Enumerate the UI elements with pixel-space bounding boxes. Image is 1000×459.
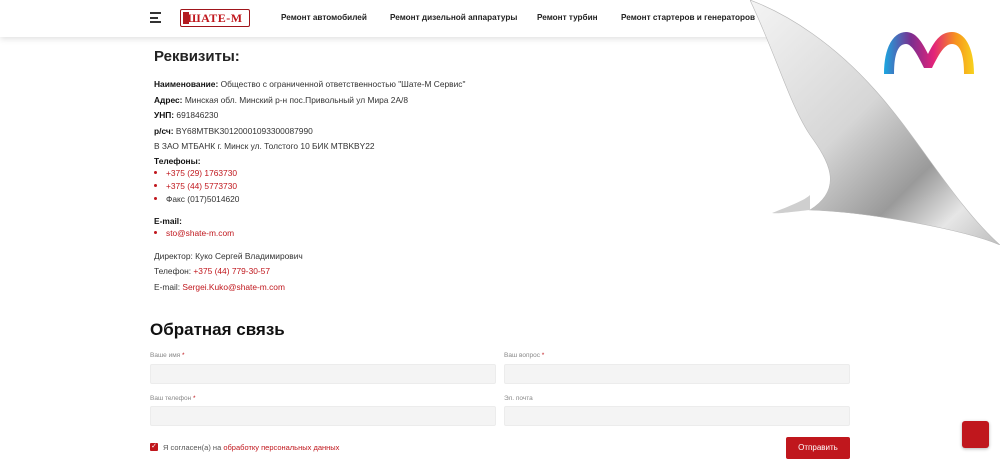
- consent-prefix: Я согласен(а) на: [163, 443, 224, 452]
- email-input[interactable]: [504, 406, 850, 426]
- phone-input[interactable]: [150, 406, 496, 426]
- company-name-line: Наименование: Общество с ограниченной от…: [154, 79, 465, 89]
- scroll-top-button[interactable]: [962, 421, 989, 448]
- hamburger-menu-icon[interactable]: [150, 12, 161, 23]
- director-phone-line: Телефон: +375 (44) 779-30-57: [154, 266, 270, 276]
- bullet-dot: [154, 197, 157, 200]
- email-heading: E-mail:: [154, 216, 182, 226]
- phone-field-label: Ваш телефон *: [150, 395, 196, 402]
- question-label-text: Ваш вопрос: [504, 352, 540, 359]
- name-label-text: Ваше имя: [150, 352, 181, 359]
- nav-item-diesel-repair[interactable]: Ремонт дизельной аппаратуры: [390, 13, 517, 22]
- email-field-label: Эл. почта: [504, 395, 533, 402]
- question-field-label: Ваш вопрос *: [504, 352, 544, 359]
- m-logo-icon: [884, 32, 974, 74]
- account-label: р/сч:: [154, 126, 174, 136]
- address-value: Минская обл. Минский р-н пос.Привольный …: [184, 95, 409, 105]
- fax-text: Факс (017)5014620: [166, 194, 240, 204]
- director-email-link[interactable]: Sergei.Kuko@shate-m.com: [182, 282, 285, 292]
- phone-list-item: Факс (017)5014620: [154, 194, 239, 204]
- phones-heading: Телефоны:: [154, 156, 201, 166]
- phone-list-item: +375 (44) 5773730: [154, 181, 237, 191]
- phone-list-item: +375 (29) 1763730: [154, 168, 237, 178]
- director-line: Директор: Куко Сергей Владимирович: [154, 251, 303, 261]
- nav-item-starter-repair[interactable]: Ремонт стартеров и генераторов: [621, 13, 755, 22]
- name-input[interactable]: [150, 364, 496, 384]
- company-name-value: Общество с ограниченной ответственностью…: [220, 79, 466, 89]
- consent-text: Я согласен(а) на обработку персональных …: [163, 443, 339, 452]
- feedback-title: Обратная связь: [150, 320, 285, 339]
- address-line: Адрес: Минская обл. Минский р-н пос.Прив…: [154, 95, 408, 105]
- email-list-item: sto@shate-m.com: [154, 228, 234, 238]
- bank-line: В ЗАО МТБАНК г. Минск ул. Толстого 10 БИ…: [154, 141, 375, 151]
- site-header: ШАТЕ-М Ремонт автомобилей Ремонт дизельн…: [0, 0, 1000, 37]
- address-label: Адрес:: [154, 95, 183, 105]
- site-logo[interactable]: ШАТЕ-М: [180, 9, 250, 27]
- phone-label-text: Ваш телефон: [150, 395, 192, 402]
- director-phone-link[interactable]: +375 (44) 779-30-57: [193, 266, 270, 276]
- nav-item-auto-repair[interactable]: Ремонт автомобилей: [281, 13, 367, 22]
- bullet-dot: [154, 184, 157, 187]
- name-field-label: Ваше имя *: [150, 352, 185, 359]
- email-link[interactable]: sto@shate-m.com: [166, 228, 234, 238]
- nav-item-turbine-repair[interactable]: Ремонт турбин: [537, 13, 598, 22]
- director-phone-label: Телефон:: [154, 266, 194, 276]
- privacy-policy-link[interactable]: обработку персональных данных: [223, 443, 339, 452]
- check-icon: ✓: [151, 443, 157, 450]
- required-mark: *: [182, 352, 185, 359]
- required-mark: *: [541, 352, 545, 359]
- submit-button[interactable]: Отправить: [786, 437, 850, 459]
- unp-label: УНП:: [154, 110, 175, 120]
- unp-value: 691846230: [176, 110, 219, 120]
- logo-text: ШАТЕ-М: [187, 10, 243, 25]
- email-label: E-mail:: [154, 216, 182, 226]
- account-line: р/сч: BY68MTBK30120001093300087990: [154, 126, 313, 136]
- bullet-dot: [154, 231, 157, 234]
- phone-link-2[interactable]: +375 (44) 5773730: [166, 181, 237, 191]
- bullet-dot: [154, 171, 157, 174]
- question-input[interactable]: [504, 364, 850, 384]
- requisites-title: Реквизиты:: [154, 48, 240, 65]
- phones-label: Телефоны:: [154, 156, 201, 166]
- consent-checkbox[interactable]: ✓: [150, 443, 158, 451]
- director-email-label: E-mail:: [154, 282, 183, 292]
- phone-link-1[interactable]: +375 (29) 1763730: [166, 168, 237, 178]
- company-name-label: Наименование:: [154, 79, 219, 89]
- required-mark: *: [193, 395, 196, 402]
- unp-line: УНП: 691846230: [154, 110, 218, 120]
- director-email-line: E-mail: Sergei.Kuko@shate-m.com: [154, 282, 285, 292]
- account-value: BY68MTBK30120001093300087990: [175, 126, 313, 136]
